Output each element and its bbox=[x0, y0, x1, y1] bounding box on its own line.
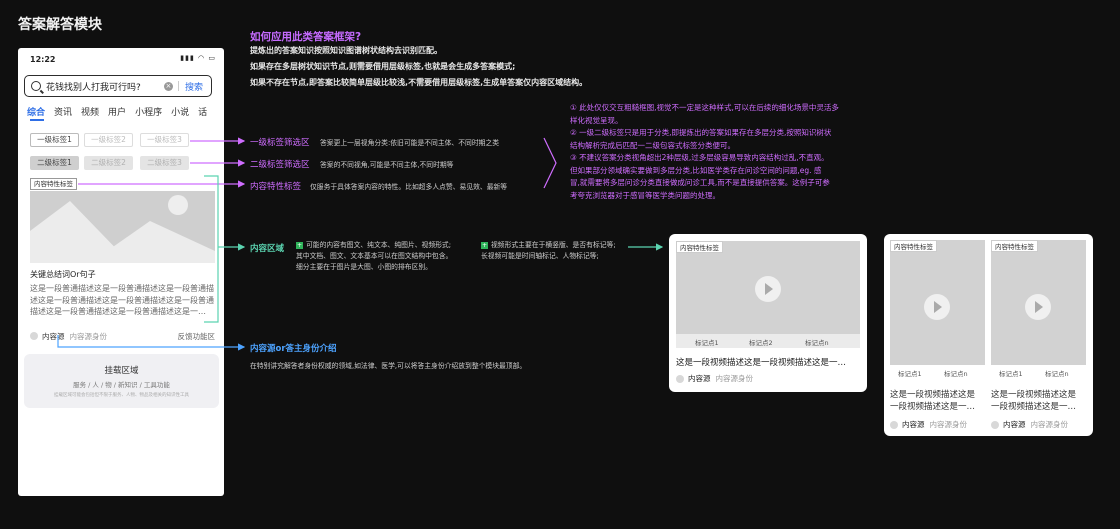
play-icon[interactable] bbox=[755, 276, 781, 302]
marker-1[interactable]: 标记点1 bbox=[898, 368, 922, 378]
video-thumbnail-right[interactable]: 内容特性标签 bbox=[991, 240, 1086, 365]
notes-block: ① 此处仅仅交互粗糙框图,视觉不一定是这种样式,可以在后续的细化场景中灵活多 样… bbox=[570, 102, 910, 202]
content-note-2: + 视频形式主要在于横竖版、是否有标记等; 长视频可能是时间轴标记、人物标记等; bbox=[481, 240, 616, 262]
content-note-1: + 可能的内容有图文、纯文本、纯图片、视频形式; 其中文档、图文、文本基本可以在图… bbox=[296, 240, 452, 273]
video-description-left: 这是一段视频描述这是 一段视频描述这是一… bbox=[890, 389, 975, 413]
label-level2-desc: 答案的不同视角,可能是不同主体,不同时期等 bbox=[320, 161, 454, 169]
source-row: 内容源 内容源身份 bbox=[676, 373, 753, 384]
label-source-desc: 在特别讲究解答者身份权威的领域,如法律、医学,可以将答主身份介绍放到整个模块最顶… bbox=[250, 362, 527, 370]
note-line: 样化视觉呈现。 bbox=[570, 115, 623, 125]
desc-line-1: 这是一段视频描述这是 bbox=[991, 390, 1077, 400]
note-line: ③ 不建议答案分类视角超出2种层级,过多层级容易导致内容结构过乱,不直观。 bbox=[570, 153, 829, 162]
video-card-vertical-pair[interactable]: 内容特性标签 标记点1 标记点n 这是一段视频描述这是 一段视频描述这是一… 内… bbox=[884, 234, 1093, 436]
avatar[interactable] bbox=[890, 420, 898, 429]
note-line: 结构解析完成后匹配一二级包容式标签分类便可。 bbox=[570, 140, 735, 150]
source-row-left: 内容源 内容源身份 bbox=[890, 419, 967, 430]
play-icon[interactable] bbox=[924, 294, 950, 320]
source-row-right: 内容源 内容源身份 bbox=[991, 419, 1068, 430]
video-thumbnail-left[interactable]: 内容特性标签 bbox=[890, 240, 985, 365]
note-line: 但如果部分领域确实要做到多层分类,比如医学类存在问诊空间的问题,eg. 感 bbox=[570, 165, 822, 175]
arrow-source bbox=[57, 335, 246, 351]
feature-tag: 内容特性标签 bbox=[676, 241, 723, 253]
label-source: 内容源or答主身份介绍 bbox=[250, 344, 337, 354]
content-note-2-line-2: 长视频可能是时间轴标记、人物标记等; bbox=[481, 252, 599, 260]
avatar[interactable] bbox=[676, 374, 684, 383]
feature-tag: 内容特性标签 bbox=[991, 240, 1038, 252]
note-line: 考夸克浏览器对于感冒等医学类问题的处理。 bbox=[570, 190, 720, 200]
desc-line-2: 一段视频描述这是一… bbox=[991, 402, 1077, 412]
content-note-1-line-2: 其中文档、图文、文本基本可以在图文结构中包含。 bbox=[296, 252, 453, 260]
marker-1[interactable]: 标记点1 bbox=[999, 368, 1023, 378]
video-description: 这是一段视频描述这是一段视频描述这是一… bbox=[676, 358, 847, 368]
intro-line-2: 如果存在多层树状知识节点,则需要借用层级标签,也就是会生成多答案模式; bbox=[250, 62, 516, 71]
content-note-1-line-1: 可能的内容有图文、纯文本、纯图片、视频形式; bbox=[306, 241, 452, 249]
content-note-2-line-1: 视频形式主要在于横竖版、是否有标记等; bbox=[491, 241, 616, 249]
video-card-horizontal[interactable]: 内容特性标签 标记点1 标记点2 标记点n 这是一段视频描述这是一段视频描述这是… bbox=[669, 234, 867, 392]
intro-line-3: 如果不存在节点,即答案比较简单层级比较浅,不需要借用层级标签,生成单答案仅内容区… bbox=[250, 78, 588, 87]
desc-line-2: 一段视频描述这是一… bbox=[890, 402, 976, 412]
label-level1: 一级标签筛选区 bbox=[250, 138, 310, 148]
avatar[interactable] bbox=[991, 420, 999, 429]
desc-line-1: 这是一段视频描述这是 bbox=[890, 390, 976, 400]
marker-n[interactable]: 标记点n bbox=[944, 368, 968, 378]
source-name[interactable]: 内容源 bbox=[1003, 419, 1026, 430]
bracket-content bbox=[204, 175, 219, 323]
play-icon[interactable] bbox=[1025, 294, 1051, 320]
note-line: ① 此处仅仅交互粗糙框图,视觉不一定是这种样式,可以在后续的细化场景中灵活多 bbox=[570, 103, 839, 112]
plus-icon: + bbox=[481, 242, 488, 249]
intro-heading: 如何应用此类答案框架? bbox=[250, 31, 362, 43]
marker-n[interactable]: 标记点n bbox=[805, 337, 829, 347]
video-thumbnail[interactable]: 内容特性标签 bbox=[676, 241, 860, 336]
label-level1-desc: 答案更上一层视角分类:依旧可能是不同主体、不同时期之类 bbox=[320, 139, 500, 147]
label-level2: 二级标签筛选区 bbox=[250, 160, 310, 170]
source-name[interactable]: 内容源 bbox=[688, 373, 711, 384]
label-feature-desc: 仅服务于具体答案内容的特性。比如超多人点赞、易见效、最新等 bbox=[310, 183, 508, 191]
label-feature: 内容特性标签 bbox=[250, 182, 302, 192]
marker-1[interactable]: 标记点1 bbox=[695, 337, 719, 347]
marker-2[interactable]: 标记点2 bbox=[749, 337, 773, 347]
source-identity: 内容源身份 bbox=[929, 420, 968, 429]
note-line: ② 一级二级标签只是用于分类,即提炼出的答案如果存在多层分类,按照知识树状 bbox=[570, 128, 832, 137]
source-identity: 内容源身份 bbox=[1030, 420, 1069, 429]
marker-n[interactable]: 标记点n bbox=[1045, 368, 1069, 378]
label-content: 内容区域 bbox=[250, 244, 285, 254]
video-description-right: 这是一段视频描述这是 一段视频描述这是一… bbox=[991, 389, 1076, 413]
source-identity: 内容源身份 bbox=[715, 374, 754, 383]
feature-tag: 内容特性标签 bbox=[890, 240, 937, 252]
intro-line-1: 提炼出的答案知识按照知识图谱树状结构去识别匹配。 bbox=[250, 46, 442, 55]
note-line: 冒,就需要将多层问诊分类直接做成问诊工具,而不是直接提供答案。这例子可参 bbox=[570, 178, 830, 187]
content-note-1-line-3: 细分主要在于图片是大图、小图的排布区别。 bbox=[296, 263, 432, 271]
source-name[interactable]: 内容源 bbox=[902, 419, 925, 430]
brace-notes bbox=[543, 137, 557, 189]
plus-icon: + bbox=[296, 242, 303, 249]
